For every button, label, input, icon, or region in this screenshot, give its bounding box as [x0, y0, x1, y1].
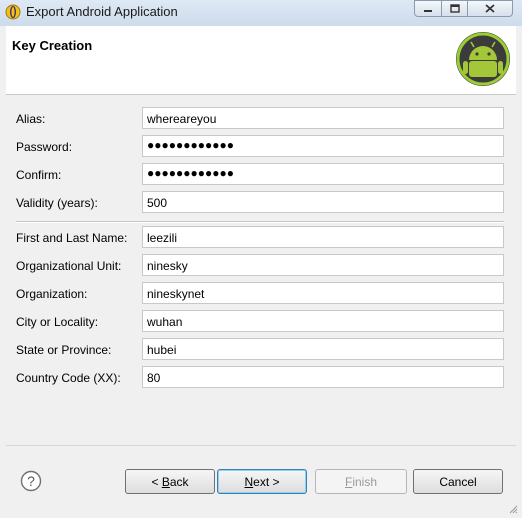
page-title: Key Creation: [12, 38, 93, 53]
organization-row: Organization: nineskynet: [16, 282, 506, 306]
restore-icon: [449, 4, 460, 13]
form-separator: [16, 221, 504, 223]
state-input[interactable]: hubei: [142, 338, 504, 360]
confirm-input[interactable]: ●●●●●●●●●●●●: [142, 163, 504, 185]
next-button[interactable]: Next >: [217, 469, 307, 494]
title-bar: Export Android Application: [0, 0, 522, 26]
minimize-icon: [424, 9, 432, 12]
svg-text:?: ?: [27, 473, 35, 489]
alias-label: Alias:: [16, 112, 46, 126]
wizard-banner: Key Creation: [6, 26, 516, 95]
resize-grip-icon[interactable]: [508, 504, 518, 514]
state-label: State or Province:: [16, 343, 112, 357]
name-input[interactable]: leezili: [142, 226, 504, 248]
unit-row: Organizational Unit: ninesky: [16, 254, 506, 278]
finish-button[interactable]: Finish: [315, 469, 407, 494]
city-input[interactable]: wuhan: [142, 310, 504, 332]
name-row: First and Last Name: leezili: [16, 226, 506, 250]
country-input[interactable]: 80: [142, 366, 504, 388]
next-rest: ext >: [253, 474, 280, 489]
city-label: City or Locality:: [16, 315, 99, 329]
export-dialog: Export Android Application Key Creation …: [0, 0, 522, 518]
password-label: Password:: [16, 140, 73, 154]
back-rest: ack: [169, 474, 189, 489]
alias-row: Alias: whereareyou: [16, 107, 506, 131]
unit-input[interactable]: ninesky: [142, 254, 504, 276]
country-label: Country Code (XX):: [16, 371, 121, 385]
back-button[interactable]: < Back: [125, 469, 215, 494]
finish-rest: inish: [352, 474, 378, 489]
back-prefix: <: [151, 474, 162, 489]
password-row: Password: ●●●●●●●●●●●●: [16, 135, 506, 159]
organization-label: Organization:: [16, 287, 88, 301]
cancel-label: Cancel: [439, 474, 477, 489]
city-row: City or Locality: wuhan: [16, 310, 506, 334]
confirm-row: Confirm: ●●●●●●●●●●●●: [16, 163, 506, 187]
help-icon[interactable]: ?: [20, 470, 42, 492]
country-row: Country Code (XX): 80: [16, 366, 506, 390]
window-title: Export Android Application: [26, 4, 178, 19]
finish-mnemonic: F: [344, 474, 353, 489]
cancel-button[interactable]: Cancel: [413, 469, 503, 494]
name-label: First and Last Name:: [16, 231, 128, 245]
close-icon: [485, 4, 495, 13]
validity-row: Validity (years): 500: [16, 191, 506, 215]
validity-input[interactable]: 500: [142, 191, 504, 213]
android-logo-icon: [456, 32, 510, 86]
validity-label: Validity (years):: [16, 196, 98, 210]
next-mnemonic: N: [244, 474, 254, 489]
unit-label: Organizational Unit:: [16, 259, 122, 273]
close-button[interactable]: [467, 0, 513, 17]
eclipse-icon: [5, 4, 21, 20]
confirm-label: Confirm:: [16, 168, 62, 182]
button-bar-separator: [6, 445, 516, 446]
organization-input[interactable]: nineskynet: [142, 282, 504, 304]
password-input[interactable]: ●●●●●●●●●●●●: [142, 135, 504, 157]
state-row: State or Province: hubei: [16, 338, 506, 362]
maximize-button[interactable]: [441, 0, 468, 17]
back-mnemonic: B: [161, 474, 170, 489]
minimize-button[interactable]: [414, 0, 442, 17]
key-form: Alias: whereareyou Password: ●●●●●●●●●●●…: [6, 95, 516, 445]
alias-input[interactable]: whereareyou: [142, 107, 504, 129]
